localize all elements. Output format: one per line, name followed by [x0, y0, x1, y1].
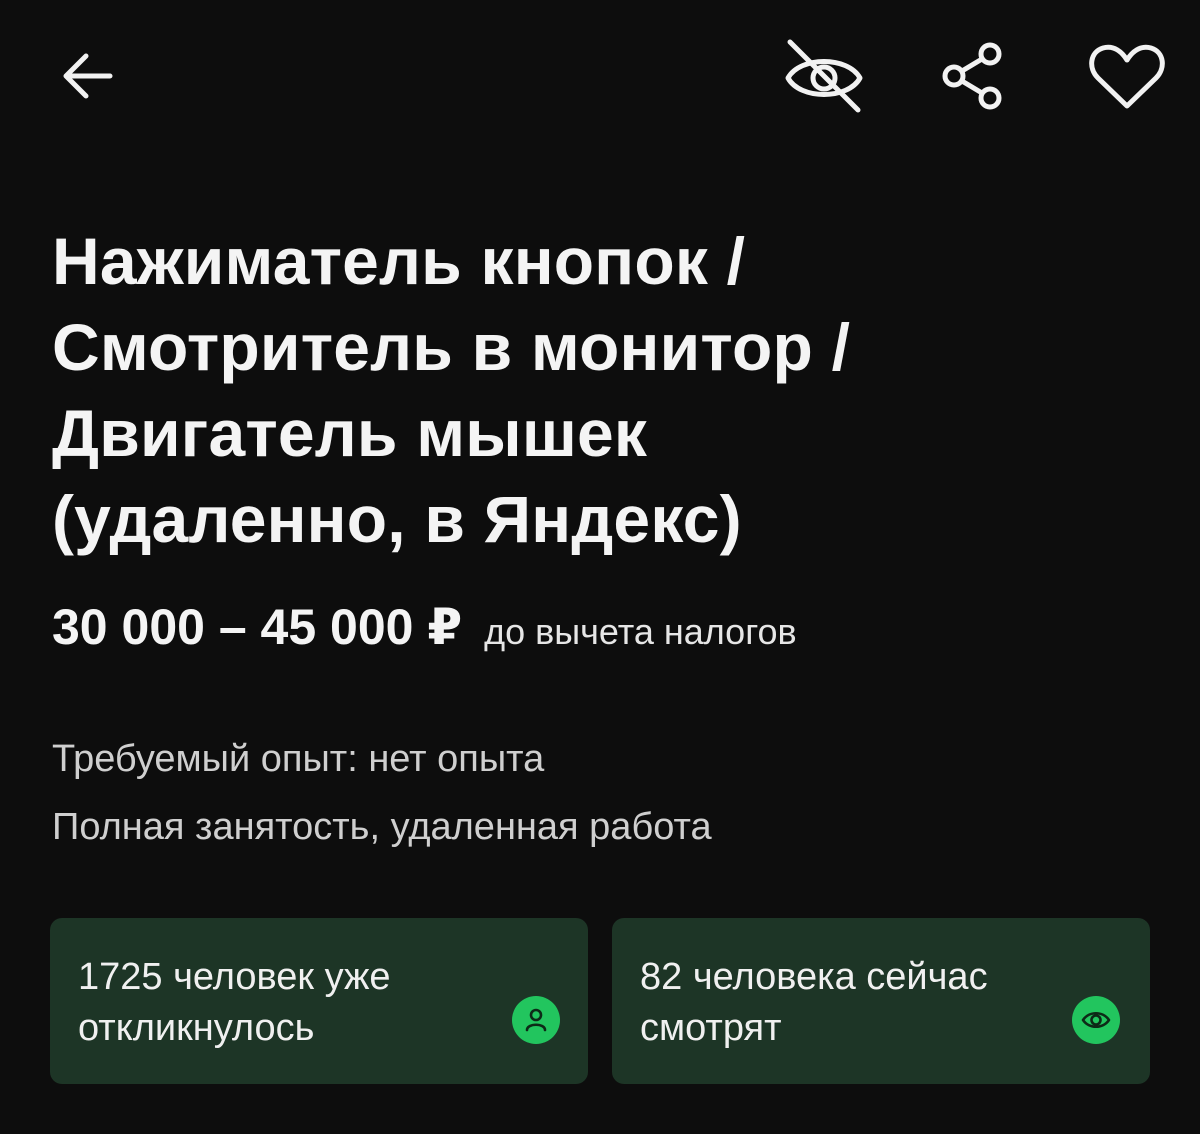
required-experience: Требуемый опыт: нет опыта — [52, 738, 545, 780]
person-icon — [525, 1008, 547, 1032]
vacancy-title-line: Смотритель в монитор / — [52, 310, 851, 384]
employment-type: Полная занятость, удаленная работа — [52, 806, 712, 848]
share-icon — [942, 42, 1002, 110]
heart-icon — [1089, 44, 1165, 109]
share-button[interactable] — [936, 38, 1012, 114]
vacancy-title-line: Нажиматель кнопок / — [52, 224, 746, 298]
salary-note: до вычета налогов — [484, 611, 797, 652]
viewers-card: 82 человека сейчас смотрят — [612, 918, 1150, 1084]
responses-text: 1725 человек уже откликнулось — [78, 952, 478, 1054]
viewers-caption: смотрят — [640, 1007, 782, 1049]
eye-badge — [1072, 996, 1120, 1044]
hide-vacancy-button[interactable] — [780, 36, 868, 116]
salary-amount: 30 000 – 45 000 ₽ — [52, 599, 463, 655]
responses-caption: откликнулось — [78, 1007, 315, 1049]
vacancy-title: Нажиматель кнопок / Смотритель в монитор… — [52, 218, 1152, 562]
favorite-button[interactable] — [1086, 38, 1168, 114]
eye-off-icon — [785, 39, 863, 113]
responses-count-text: 1725 человек уже — [78, 956, 391, 998]
eye-icon — [1081, 1011, 1111, 1029]
back-button[interactable] — [56, 44, 120, 108]
vacancy-title-line: Двигатель мышек — [52, 396, 648, 470]
responses-card: 1725 человек уже откликнулось — [50, 918, 588, 1084]
arrow-left-icon — [63, 53, 113, 99]
vacancy-title-line: (удаленно, в Яндекс) — [52, 482, 742, 556]
viewers-text: 82 человека сейчас смотрят — [640, 952, 1040, 1054]
viewers-count-text: 82 человека сейчас — [640, 956, 988, 998]
salary-block: 30 000 – 45 000 ₽ до вычета налогов — [52, 598, 1152, 656]
top-bar — [0, 0, 1200, 150]
person-badge — [512, 996, 560, 1044]
